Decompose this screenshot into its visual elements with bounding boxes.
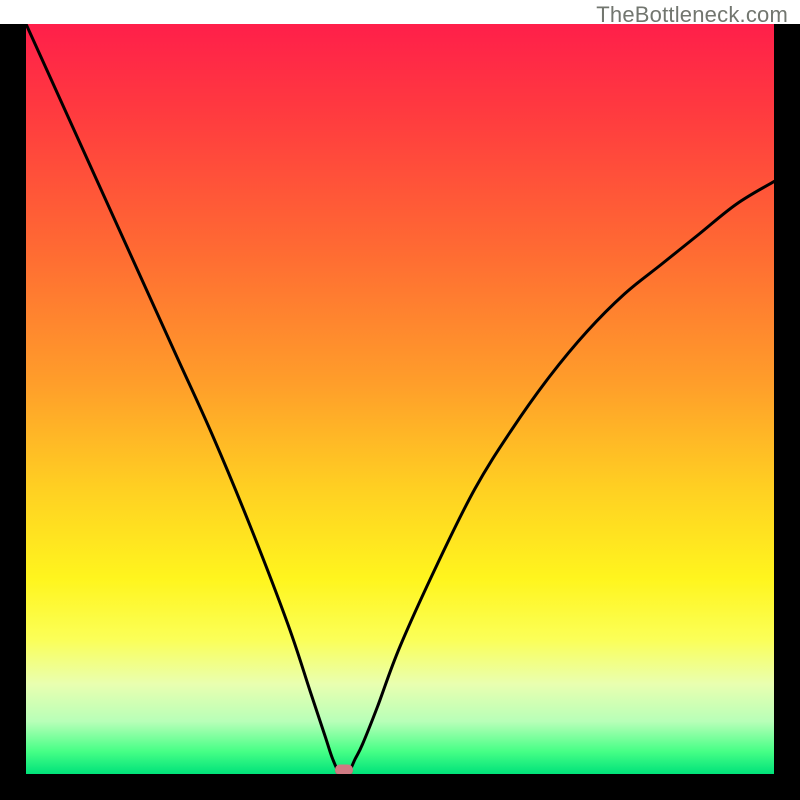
watermark-text: TheBottleneck.com (596, 2, 788, 28)
plot-area (26, 24, 774, 774)
minimum-marker (335, 765, 353, 775)
chart-container: TheBottleneck.com (0, 0, 800, 800)
bottleneck-curve (26, 24, 774, 774)
curve-svg (26, 24, 774, 774)
chart-frame (0, 24, 800, 800)
